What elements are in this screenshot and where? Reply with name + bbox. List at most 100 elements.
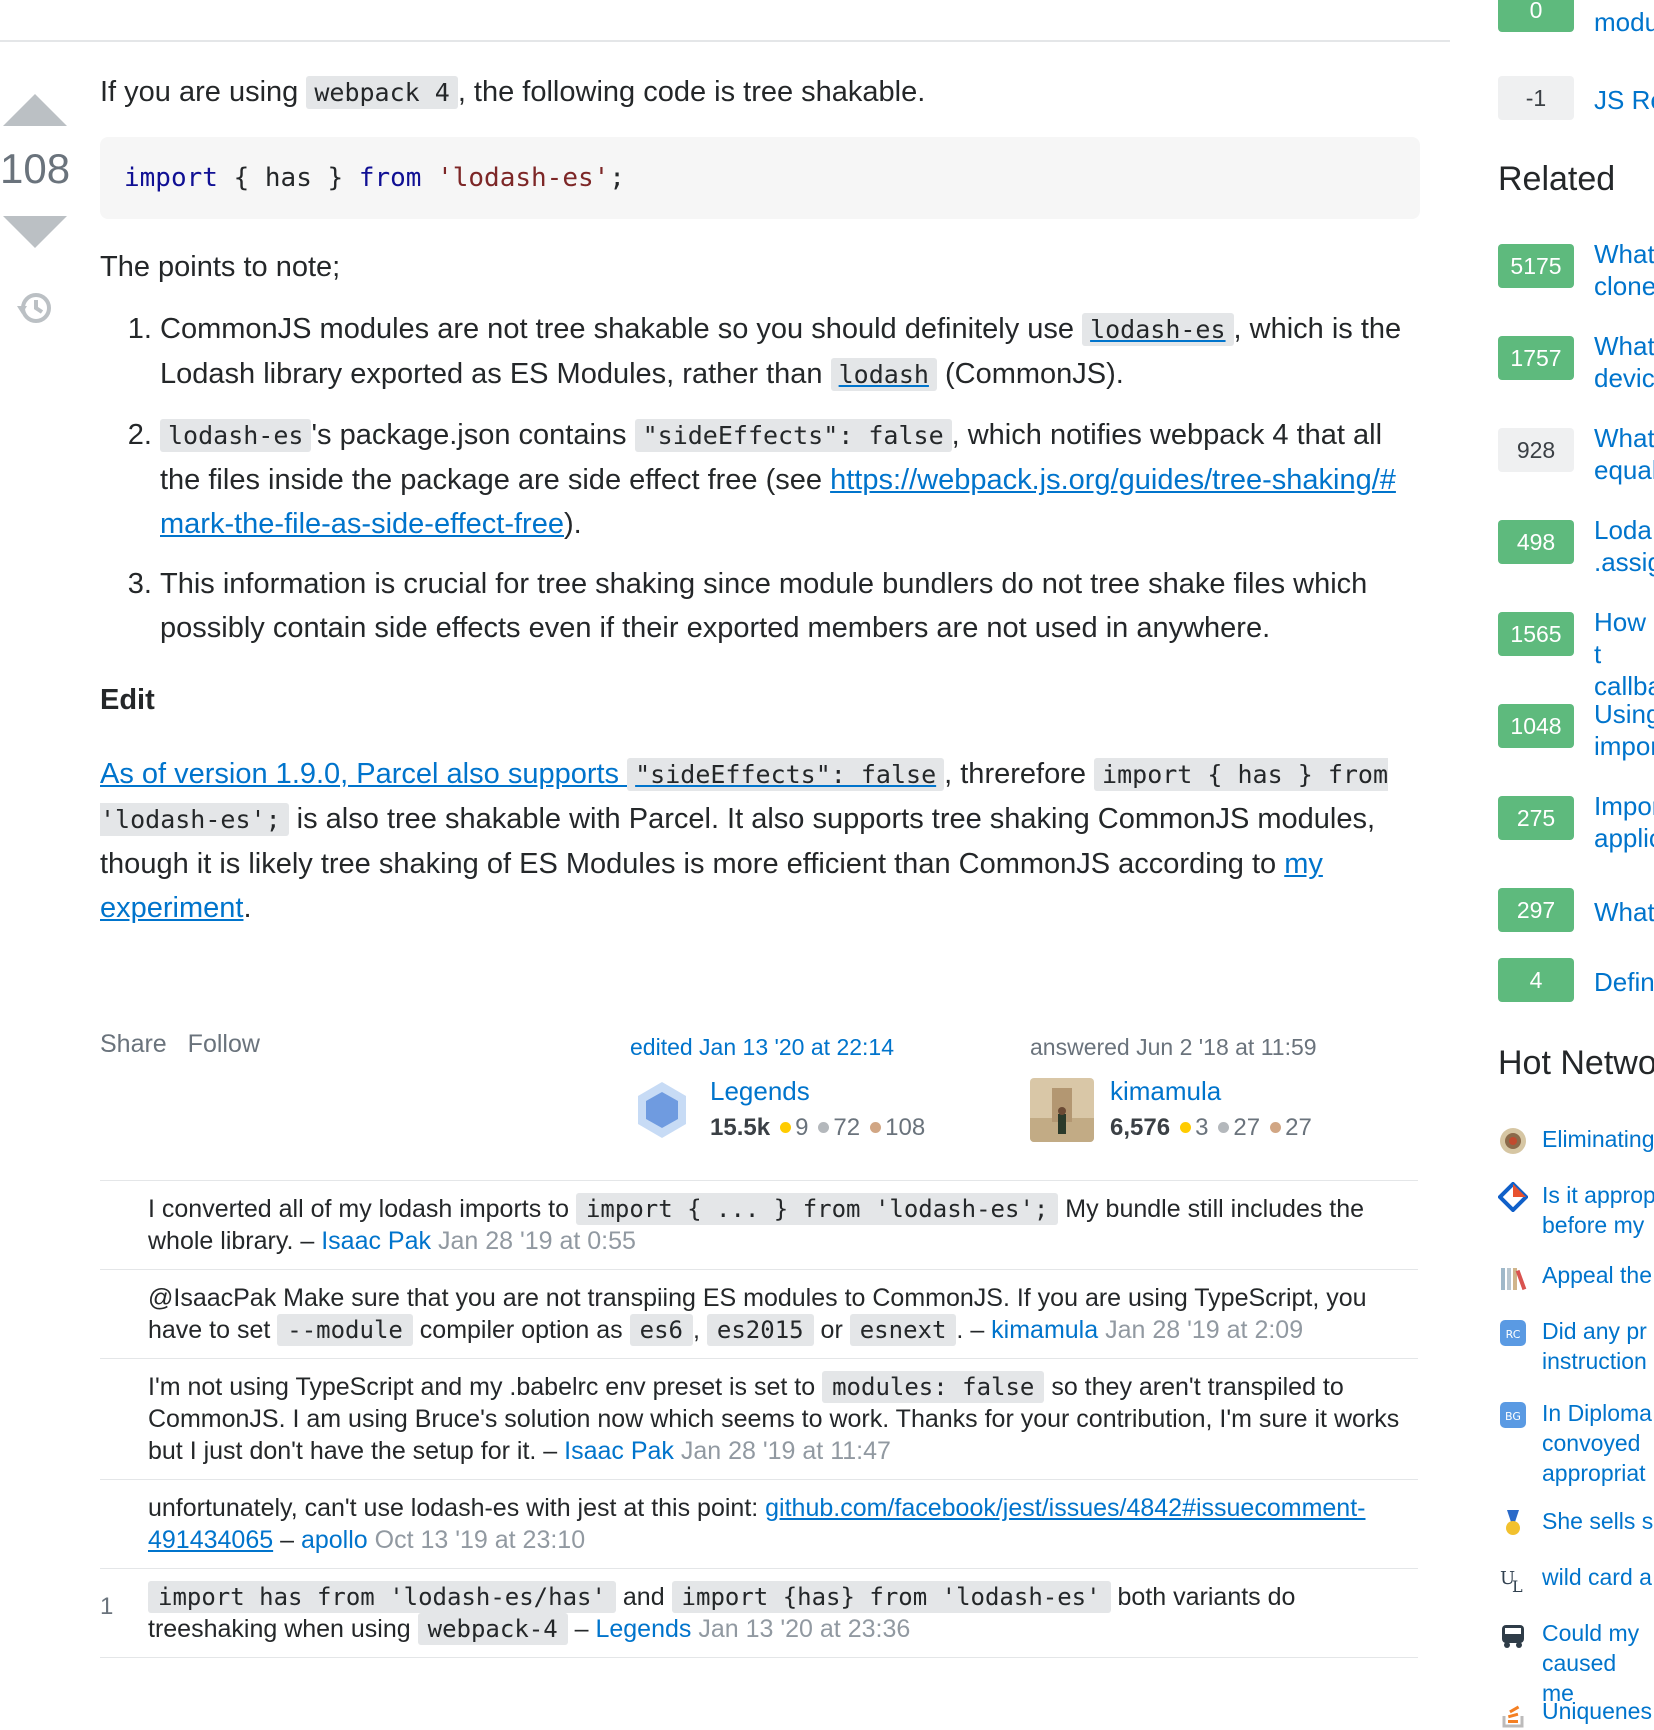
edit-paragraph: As of version 1.9.0, Parcel also support… xyxy=(100,752,1420,930)
question-link[interactable]: What xyxy=(1594,896,1654,928)
editor-reputation: 15.5k 9 72 108 xyxy=(710,1114,925,1142)
inline-code: import has from 'lodash-es/has' xyxy=(148,1581,616,1613)
comment-score: 1 xyxy=(100,1593,114,1620)
comment-date-link[interactable]: Jan 28 '19 at 0:55 xyxy=(438,1227,636,1255)
question-link[interactable]: What equal xyxy=(1594,422,1654,486)
comment-user-link[interactable]: Isaac Pak xyxy=(564,1437,674,1465)
hot-question-link[interactable]: wild card a xyxy=(1542,1562,1652,1592)
score-badge: 297 xyxy=(1498,888,1574,932)
question-link[interactable]: Loda .assig xyxy=(1594,514,1654,578)
score-badge: 4 xyxy=(1498,958,1574,1002)
comments-list: I converted all of my lodash imports to … xyxy=(100,1180,1418,1658)
hot-question-link[interactable]: Did any pr instruction xyxy=(1542,1316,1652,1376)
question-link[interactable]: Impor applic xyxy=(1594,790,1654,854)
history-icon[interactable] xyxy=(15,288,55,328)
score-badge: 928 xyxy=(1498,428,1574,472)
inline-code: lodash-es xyxy=(160,419,312,452)
inline-code: webpack-4 xyxy=(417,1613,568,1645)
hot-question-link[interactable]: She sells s xyxy=(1542,1506,1653,1536)
code-block: import { has } from 'lodash-es'; xyxy=(100,137,1420,219)
text: This information is crucial for tree sha… xyxy=(160,568,1368,644)
silver-badge-count: 27 xyxy=(1233,1114,1261,1141)
question-link[interactable]: Using impor xyxy=(1594,698,1654,762)
edited-timestamp-link[interactable]: edited Jan 13 '20 at 22:14 xyxy=(630,1034,990,1061)
gold-badge-count: 9 xyxy=(795,1114,809,1141)
inline-code: lodash-es xyxy=(1082,313,1234,346)
question-link[interactable]: Defin xyxy=(1594,966,1654,998)
score-badge: 5175 xyxy=(1498,244,1574,288)
code-text: { has } xyxy=(217,163,359,193)
divider xyxy=(0,40,1450,42)
inline-code: esnext xyxy=(849,1314,957,1346)
silver-badge-count: 72 xyxy=(833,1114,861,1141)
lodash-tag-link[interactable]: lodash xyxy=(830,358,937,391)
comment-user-link[interactable]: apollo xyxy=(301,1526,368,1554)
inline-code: "sideEffects": false xyxy=(627,758,945,791)
question-link[interactable]: Redu modu xyxy=(1594,0,1654,38)
post-menu: Share Follow xyxy=(100,1030,274,1059)
comment: @IsaacPak Make sure that you are not tra… xyxy=(100,1270,1418,1359)
gold-badge-icon xyxy=(1180,1122,1192,1134)
author-signature: answered Jun 2 '18 at 11:59 kimamula 6,5… xyxy=(1030,1034,1420,1154)
score-badge: 1565 xyxy=(1498,612,1574,656)
reputation-score: 15.5k xyxy=(710,1114,771,1141)
share-button[interactable]: Share xyxy=(100,1030,167,1058)
lodash-es-tag-link[interactable]: lodash-es xyxy=(1082,313,1234,346)
hot-question-link[interactable]: Appeal the xyxy=(1542,1260,1652,1290)
question-link[interactable]: JS Re xyxy=(1594,84,1654,116)
list-item: CommonJS modules are not tree shakable s… xyxy=(160,307,1420,397)
silver-badge-icon xyxy=(818,1122,830,1134)
inline-code: import { ... } from 'lodash-es'; xyxy=(575,1193,1059,1225)
travel-bus-icon xyxy=(1502,1625,1524,1648)
editor-username-link[interactable]: Legends xyxy=(710,1076,810,1107)
text: ). xyxy=(563,508,582,540)
comment-date-link[interactable]: Oct 13 '19 at 23:10 xyxy=(375,1526,585,1554)
comment-user-link[interactable]: kimamula xyxy=(991,1316,1098,1344)
edit-heading: Edit xyxy=(100,684,155,716)
related-heading: Related xyxy=(1498,160,1616,198)
downvote-arrow-icon[interactable] xyxy=(3,216,67,248)
comment-text: I converted all of my lodash imports to xyxy=(148,1195,576,1223)
points-list: CommonJS modules are not tree shakable s… xyxy=(100,307,1420,650)
comment-text: , xyxy=(692,1316,707,1344)
list-item: This information is crucial for tree sha… xyxy=(160,562,1420,650)
author-reputation: 6,576 3 27 27 xyxy=(1110,1114,1312,1142)
hot-question-link[interactable]: Uniquenes xyxy=(1542,1696,1652,1726)
score-badge: 1048 xyxy=(1498,704,1574,748)
comment-date-link[interactable]: Jan 28 '19 at 11:47 xyxy=(681,1437,891,1465)
link-text: As of version 1.9.0, Parcel also support… xyxy=(100,758,628,790)
inline-code: lodash xyxy=(830,358,937,391)
english-language-icon: UL xyxy=(1500,1568,1523,1594)
avatar[interactable] xyxy=(630,1078,694,1142)
comment-user-link[interactable]: Isaac Pak xyxy=(321,1227,431,1255)
hot-question-link[interactable]: Is it approp before my xyxy=(1542,1180,1654,1240)
score-badge: 0 xyxy=(1498,0,1574,32)
parcel-release-link[interactable]: As of version 1.9.0, Parcel also support… xyxy=(100,758,945,791)
hot-question-link[interactable]: Eliminating xyxy=(1542,1124,1654,1154)
text: . xyxy=(243,892,252,924)
comment-date-link[interactable]: Jan 13 '20 at 23:36 xyxy=(698,1615,910,1643)
comment-text: I'm not using TypeScript and my .babelrc… xyxy=(148,1373,823,1401)
hot-question-link[interactable]: In Diploma convoyed appropriat xyxy=(1542,1398,1652,1488)
hot-question-link[interactable]: Could my caused me xyxy=(1542,1618,1652,1708)
rc-site-icon: RC xyxy=(1500,1320,1526,1346)
text: 's package.json contains xyxy=(311,419,635,451)
author-username-link[interactable]: kimamula xyxy=(1110,1076,1221,1107)
question-link[interactable]: How t callba xyxy=(1594,606,1654,702)
silver-badge-icon xyxy=(1218,1122,1230,1134)
inline-code: import {has} from 'lodash-es' xyxy=(671,1581,1111,1613)
comment-date-link[interactable]: Jan 28 '19 at 2:09 xyxy=(1105,1316,1303,1344)
text: If you are using xyxy=(100,76,307,108)
comment-text: and xyxy=(615,1583,672,1611)
question-link[interactable]: What devic xyxy=(1594,330,1654,394)
score-badge: 498 xyxy=(1498,520,1574,564)
comment-text: . – xyxy=(956,1316,992,1344)
score-badge: -1 xyxy=(1498,76,1574,120)
follow-button[interactable]: Follow xyxy=(188,1030,260,1058)
upvote-arrow-icon[interactable] xyxy=(3,94,67,126)
code-keyword: from xyxy=(358,163,422,193)
question-link[interactable]: What clone xyxy=(1594,238,1654,302)
comment-user-link[interactable]: Legends xyxy=(595,1615,691,1643)
stackoverflow-icon xyxy=(1502,1705,1524,1728)
avatar[interactable] xyxy=(1030,1078,1094,1142)
